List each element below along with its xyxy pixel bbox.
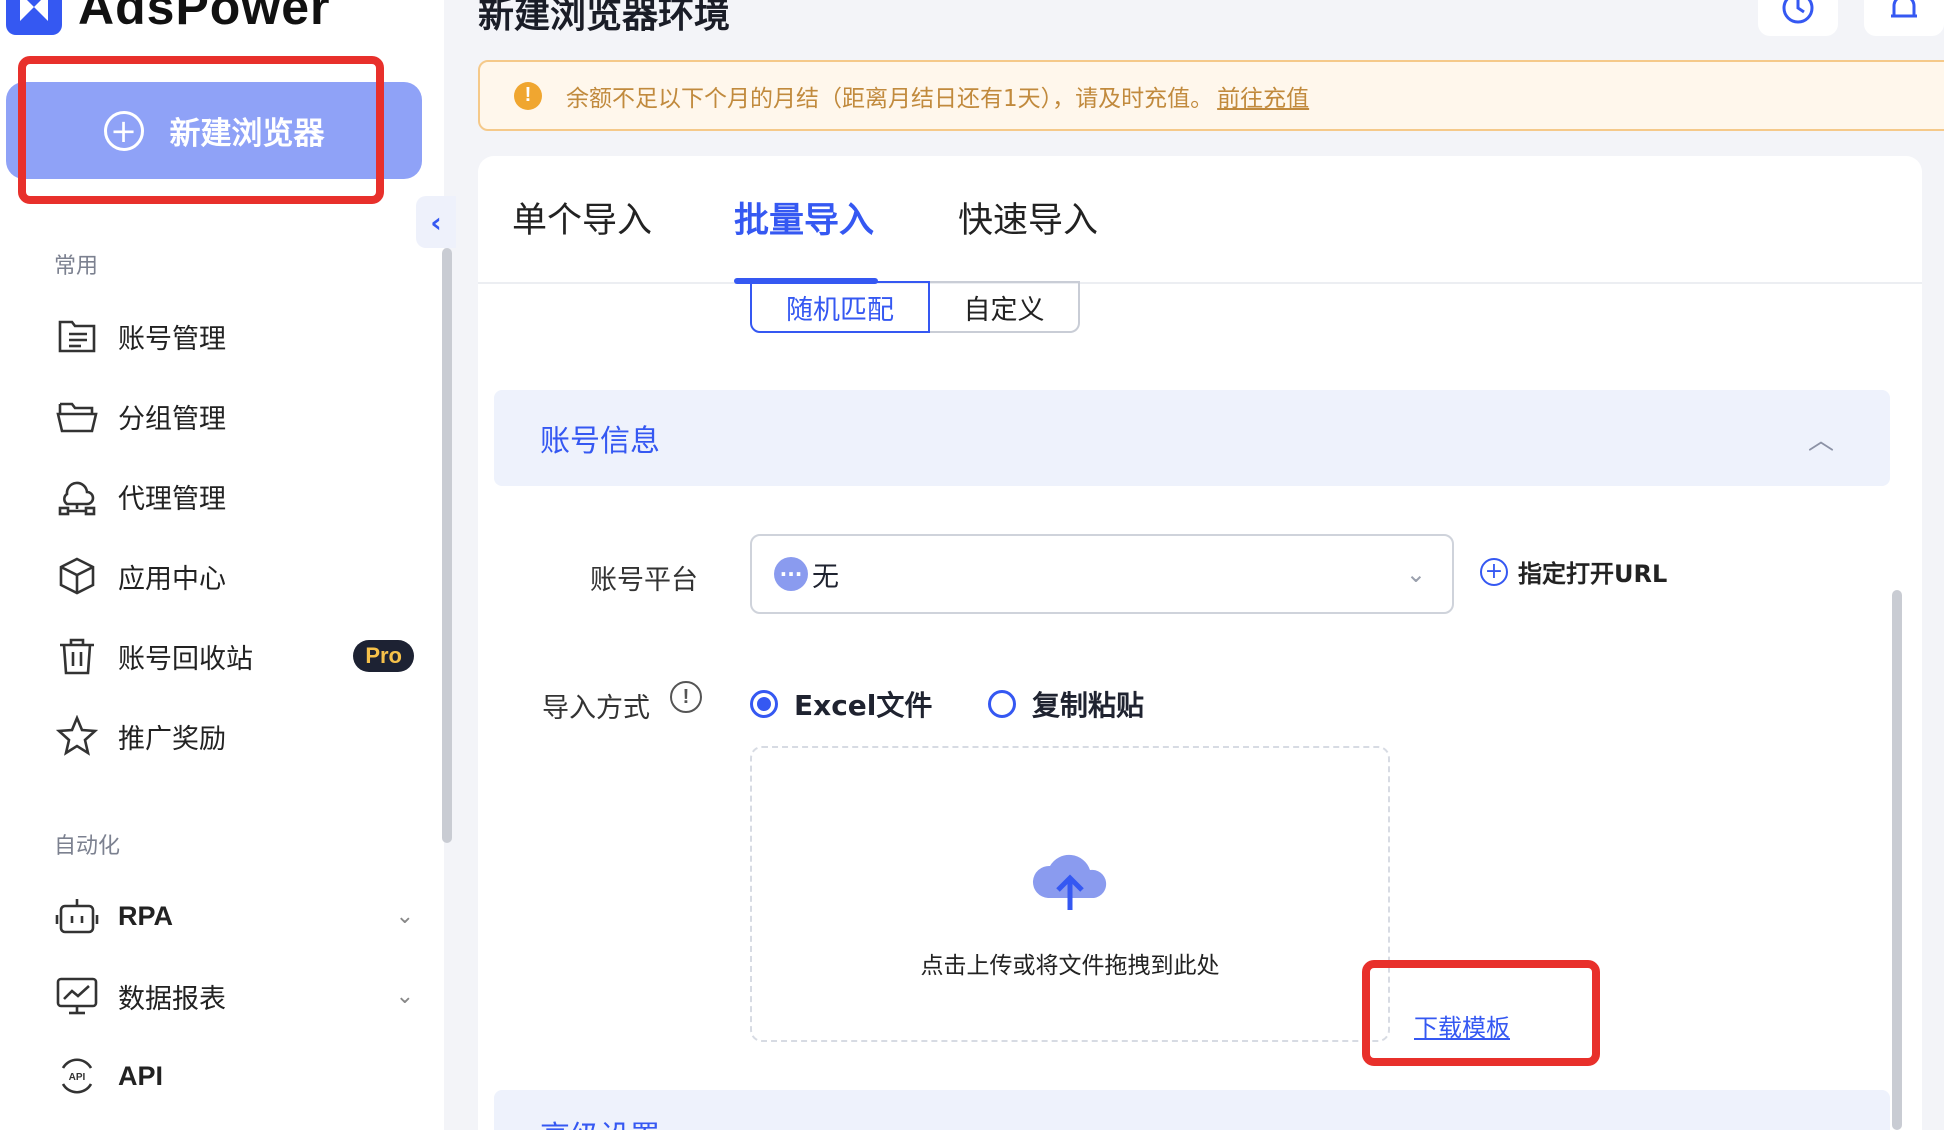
match-mode-segment: 随机匹配 自定义 <box>750 281 1080 333</box>
proxy-network-icon <box>54 473 100 519</box>
section-label-common: 常用 <box>54 254 99 279</box>
tab-quick-import[interactable]: 快速导入 <box>958 192 1098 243</box>
page-title: 新建浏览器环境 <box>478 0 731 36</box>
sidebar-scrollbar[interactable] <box>442 248 452 843</box>
chevron-left-icon: ‹ <box>430 205 442 239</box>
sidebar-item-proxy-management[interactable]: 代理管理 <box>54 468 414 524</box>
main-scrollbar[interactable] <box>1892 590 1902 1130</box>
radio-label: 复制粘贴 <box>1032 689 1145 722</box>
sidebar-item-label: 应用中心 <box>118 563 226 595</box>
radio-copy-paste[interactable]: 复制粘贴 <box>988 684 1144 724</box>
sidebar-item-label: 代理管理 <box>118 483 226 515</box>
chart-monitor-icon <box>54 973 100 1019</box>
sidebar-item-recycle-bin[interactable]: 账号回收站 Pro <box>54 628 414 684</box>
folder-icon <box>54 393 100 439</box>
more-dots-icon: ··· <box>774 557 808 591</box>
warning-icon: ! <box>514 81 542 110</box>
app-logo[interactable]: AdsPower <box>6 0 331 36</box>
upload-hint-text: 点击上传或将文件拖拽到此处 <box>920 953 1220 979</box>
plus-circle-icon: + <box>1480 557 1508 586</box>
notification-button[interactable] <box>1864 0 1944 36</box>
radio-checked-icon <box>750 690 778 718</box>
sidebar-item-label: 分组管理 <box>118 403 226 435</box>
sidebar-item-label: 数据报表 <box>118 983 226 1015</box>
adspower-logo-icon <box>6 0 62 35</box>
account-info-section-header[interactable]: 账号信息 ︿ <box>494 390 1890 486</box>
specify-url-button[interactable]: + 指定打开URL <box>1480 554 1667 589</box>
platform-value: 无 <box>812 561 839 593</box>
sidebar-item-label: 账号管理 <box>118 323 226 355</box>
sidebar-item-group-management[interactable]: 分组管理 <box>54 388 414 444</box>
file-upload-dropzone[interactable]: 点击上传或将文件拖拽到此处 <box>750 746 1390 1042</box>
section-title: 账号信息 <box>540 424 660 459</box>
sidebar-item-data-reports[interactable]: 数据报表 ⌄ <box>54 968 414 1024</box>
recharge-link[interactable]: 前往充值 <box>1217 79 1309 113</box>
chevron-down-icon: ⌄ <box>1405 560 1426 588</box>
sidebar: AdsPower + 新建浏览器 ‹ 常用 账号管理 分组管理 代理管理 应用中… <box>0 0 456 1130</box>
info-icon[interactable]: ! <box>670 681 702 713</box>
plus-circle-icon: + <box>103 110 144 151</box>
advanced-settings-section-header[interactable]: 高级设置 <box>494 1090 1890 1130</box>
sidebar-item-api[interactable]: API API <box>54 1048 414 1104</box>
tab-batch-import[interactable]: 批量导入 <box>734 192 874 243</box>
import-tabs: 单个导入 批量导入 快速导入 <box>478 156 1922 284</box>
segment-custom[interactable]: 自定义 <box>930 281 1080 333</box>
platform-select[interactable]: ··· 无 ⌄ <box>750 534 1454 614</box>
tab-single-import[interactable]: 单个导入 <box>512 192 652 243</box>
chevron-down-icon[interactable]: ⌄ <box>396 984 414 1009</box>
new-browser-button[interactable]: + 新建浏览器 <box>6 82 422 179</box>
section-label-automation: 自动化 <box>54 834 121 859</box>
collapse-sidebar-button[interactable]: ‹ <box>416 196 456 248</box>
import-card: 单个导入 批量导入 快速导入 随机匹配 自定义 账号信息 ︿ 账号平台 ··· … <box>478 156 1922 1130</box>
sidebar-item-referral-rewards[interactable]: 推广奖励 <box>54 708 414 764</box>
robot-icon <box>54 893 100 939</box>
trash-icon <box>54 633 100 679</box>
balance-notice-banner: ! 余额不足以下个月的月结（距离月结日还有1天），请及时充值。 前往充值 <box>478 60 1944 131</box>
sidebar-item-app-center[interactable]: 应用中心 <box>54 548 414 604</box>
radio-unchecked-icon <box>988 690 1016 718</box>
logo-text: AdsPower <box>78 0 331 35</box>
section-title: 高级设置 <box>540 1120 660 1130</box>
segment-random-match[interactable]: 随机匹配 <box>750 281 930 333</box>
star-icon <box>54 713 100 759</box>
sidebar-item-label: API <box>118 1060 164 1091</box>
download-template-link[interactable]: 下载模板 <box>1414 1008 1510 1043</box>
bell-icon <box>1891 0 1917 18</box>
notice-text: 余额不足以下个月的月结（距离月结日还有1天），请及时充值。 <box>566 85 1214 112</box>
radio-label: Excel文件 <box>794 689 933 722</box>
history-icon <box>1782 0 1814 24</box>
sidebar-item-rpa[interactable]: RPA ⌄ <box>54 888 414 944</box>
chevron-up-icon[interactable]: ︿ <box>1808 420 1834 457</box>
history-button[interactable] <box>1758 0 1838 36</box>
radio-excel-file[interactable]: Excel文件 <box>750 684 932 724</box>
sidebar-item-label: 账号回收站 <box>118 643 253 675</box>
import-method-label: 导入方式 <box>542 693 650 724</box>
new-browser-label: 新建浏览器 <box>169 116 325 152</box>
sidebar-item-label: 推广奖励 <box>118 723 226 755</box>
api-icon: API <box>54 1053 100 1099</box>
cube-icon <box>54 553 100 599</box>
sidebar-item-account-management[interactable]: 账号管理 <box>54 308 414 364</box>
account-list-icon <box>54 313 100 359</box>
cloud-upload-icon <box>1032 854 1107 910</box>
sidebar-item-label: RPA <box>118 900 174 931</box>
platform-label: 账号平台 <box>590 565 698 596</box>
specify-url-label: 指定打开URL <box>1518 560 1668 588</box>
chevron-down-icon[interactable]: ⌄ <box>396 904 414 929</box>
pro-badge: Pro <box>353 640 414 672</box>
svg-text:API: API <box>69 1072 86 1083</box>
